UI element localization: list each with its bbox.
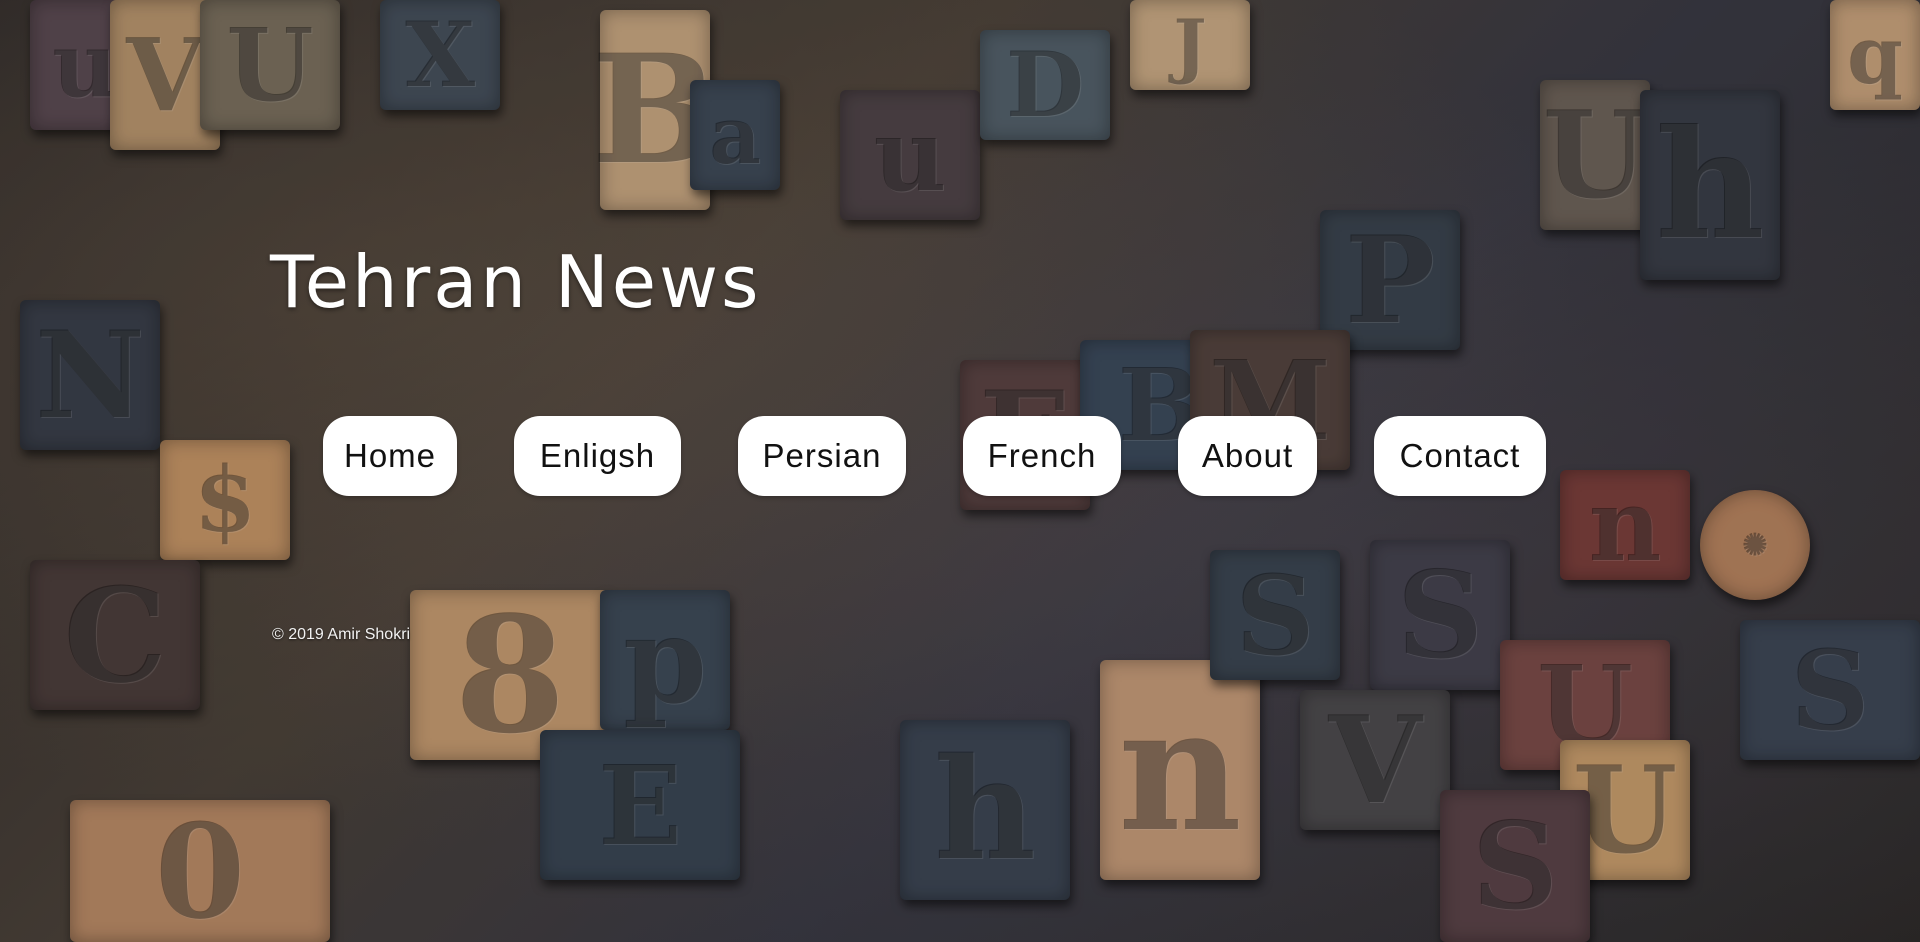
nav-about-button[interactable]: About (1178, 416, 1317, 496)
nav-english-button[interactable]: Enligsh (514, 416, 681, 496)
page: u V U X B a u D J P U h q N $ C 8 p E B … (0, 0, 1920, 942)
nav-persian-button[interactable]: Persian (738, 416, 906, 496)
site-title: Tehran News (270, 240, 762, 324)
nav-french-button[interactable]: French (963, 416, 1121, 496)
nav-contact-button[interactable]: Contact (1374, 416, 1546, 496)
main-nav: Home Enligsh Persian French About Contac… (0, 416, 1920, 498)
nav-home-button[interactable]: Home (323, 416, 457, 496)
copyright-text: © 2019 Amir Shokri (272, 626, 411, 643)
